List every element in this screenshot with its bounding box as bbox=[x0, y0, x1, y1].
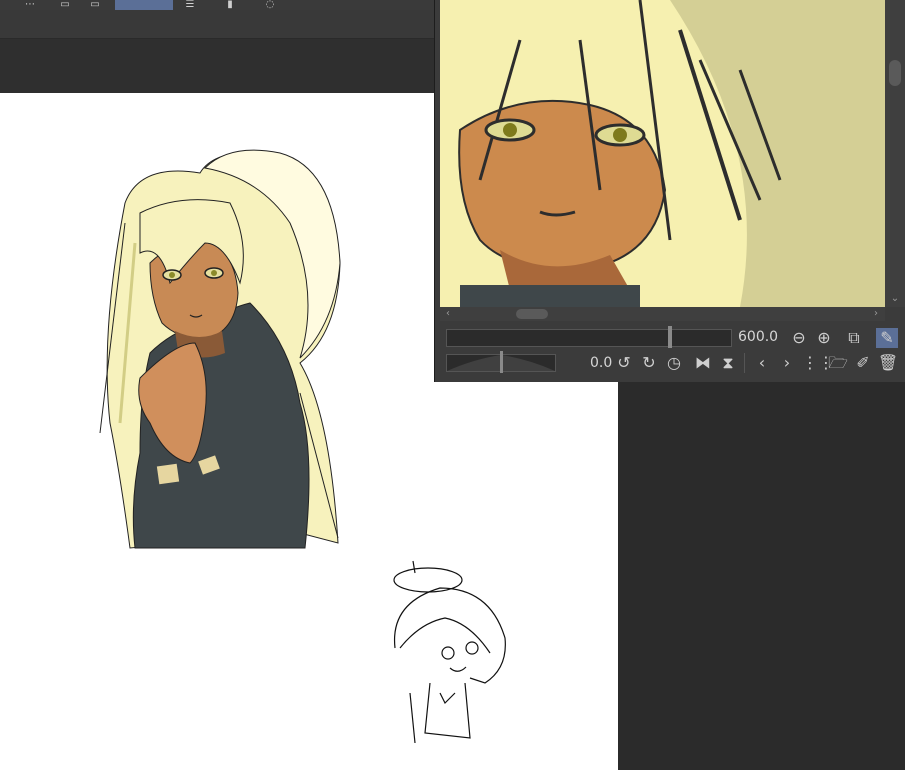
scroll-left-arrow[interactable]: ‹ bbox=[442, 307, 454, 321]
rotation-value: 0.0 bbox=[590, 355, 613, 371]
sketch-illustration bbox=[393, 560, 506, 744]
zoom-value: 600.0 bbox=[738, 329, 779, 345]
folder-icon[interactable]: 🗁 bbox=[827, 353, 849, 373]
rotate-right-icon[interactable]: ↻ bbox=[638, 353, 660, 373]
zoom-slider[interactable] bbox=[446, 326, 732, 348]
navigator-vertical-scrollbar[interactable]: ⌄ bbox=[885, 0, 905, 307]
rotation-slider-handle[interactable] bbox=[500, 351, 503, 373]
toolbar-divider bbox=[744, 353, 745, 373]
speech-bubble-icon[interactable]: ◌ bbox=[260, 0, 280, 10]
tool-icon[interactable]: ☰ bbox=[180, 0, 200, 10]
minus-circle-icon[interactable]: ⊖ bbox=[788, 328, 810, 348]
rotate-left-icon[interactable]: ↺ bbox=[613, 353, 635, 373]
tool-icon[interactable]: ▭ bbox=[55, 0, 75, 10]
eyedropper-icon[interactable]: ✎ bbox=[876, 328, 898, 348]
plus-circle-icon[interactable]: ⊕ bbox=[813, 328, 835, 348]
scroll-right-arrow[interactable]: › bbox=[870, 307, 882, 321]
zoom-slider-handle[interactable] bbox=[668, 326, 672, 348]
reset-rotation-icon[interactable]: ◷ bbox=[663, 353, 685, 373]
fit-window-icon[interactable]: ⧉ bbox=[843, 328, 865, 348]
vertical-scroll-thumb[interactable] bbox=[889, 60, 901, 86]
flip-horizontal-icon[interactable]: ⧓ bbox=[692, 353, 714, 373]
active-tool-button[interactable] bbox=[115, 0, 173, 10]
scroll-down-arrow[interactable]: ⌄ bbox=[885, 292, 905, 306]
rotation-slider[interactable] bbox=[446, 351, 556, 373]
navigator-zoomed-artwork bbox=[440, 0, 885, 307]
tool-icon[interactable]: ▮ bbox=[220, 0, 240, 10]
tool-icon[interactable]: ▭ bbox=[85, 0, 105, 10]
trash-icon[interactable]: 🗑 bbox=[877, 353, 899, 373]
tool-strip bbox=[0, 10, 440, 39]
character-illustration bbox=[99, 149, 341, 549]
flip-vertical-icon[interactable]: ⧗ bbox=[717, 353, 739, 373]
workspace-gap bbox=[0, 39, 440, 93]
chevron-right-icon[interactable]: › bbox=[776, 353, 798, 373]
edit-icon[interactable]: ✐ bbox=[852, 353, 874, 373]
horizontal-scroll-thumb[interactable] bbox=[516, 309, 548, 319]
navigator-horizontal-scrollbar[interactable]: ‹ › bbox=[440, 307, 885, 321]
navigator-preview[interactable] bbox=[440, 0, 885, 307]
grid-icon[interactable]: ⋮⋮ bbox=[802, 353, 834, 373]
chevron-left-icon[interactable]: ‹ bbox=[751, 353, 773, 373]
tool-icon[interactable]: ⋯ bbox=[20, 0, 40, 10]
